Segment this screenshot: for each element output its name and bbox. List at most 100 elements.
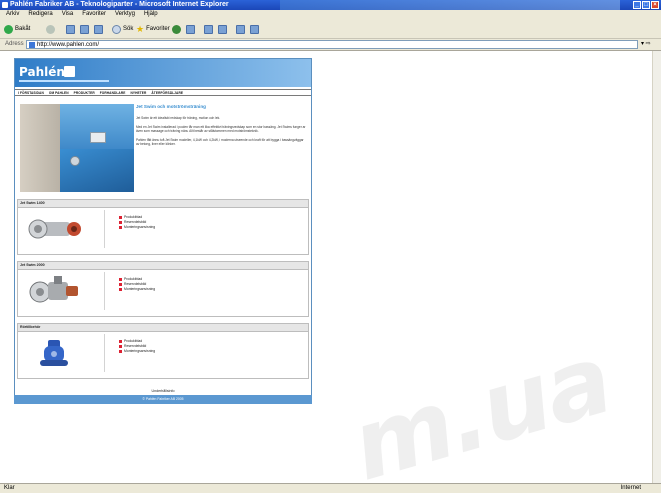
pdf-icon bbox=[119, 225, 122, 230]
copyright-bar: © Pahlén Fabriker AB 2005 bbox=[14, 395, 312, 404]
accessories-photo bbox=[40, 340, 68, 366]
section-title: Jet Swim 1400 bbox=[18, 200, 308, 208]
address-bar: Adress http://www.pahlen.com/ ▾ ⇨ bbox=[0, 39, 661, 51]
back-button[interactable]: Bakåt bbox=[4, 24, 30, 34]
pool-photo bbox=[20, 104, 134, 192]
refresh-icon bbox=[80, 24, 89, 34]
address-input[interactable]: http://www.pahlen.com/ bbox=[26, 40, 638, 49]
product-section-accessories: Rörtillbehör Produktblad Reservdelsbild … bbox=[17, 323, 309, 379]
mail-button[interactable] bbox=[186, 24, 195, 34]
hero-text: Jet Swim är ett idealiskt redskap för tr… bbox=[136, 116, 306, 151]
favorites-label: Favoriter bbox=[146, 26, 170, 32]
history-button[interactable] bbox=[172, 24, 181, 34]
product-section-jet-swim-1400: Jet Swim 1400 Produktblad Reservdelsbild… bbox=[17, 199, 309, 255]
menu-item-favorites[interactable]: Favoriter bbox=[82, 10, 106, 19]
site-logo[interactable]: Pahlén bbox=[19, 65, 65, 79]
link-label: Monteringsanvisning bbox=[124, 287, 156, 291]
mail-icon bbox=[186, 24, 195, 34]
link-installation-guide[interactable]: Monteringsanvisning bbox=[119, 225, 155, 230]
hero-paragraph: Pahlen fått ännu två Jet Swim modeller, … bbox=[136, 137, 304, 147]
ie-icon bbox=[2, 2, 8, 8]
stop-icon bbox=[66, 24, 75, 34]
maximize-icon[interactable]: □ bbox=[642, 1, 650, 9]
search-label: Sök bbox=[123, 26, 134, 32]
document-links: Produktblad Reservdelsbild Monteringsanv… bbox=[119, 215, 155, 230]
document-links: Produktblad Reservdelsbild Monteringsanv… bbox=[119, 277, 155, 292]
home-button[interactable] bbox=[94, 24, 103, 34]
status-text: Klar bbox=[4, 485, 15, 491]
close-icon[interactable]: × bbox=[651, 1, 659, 9]
menu-item-view[interactable]: Visa bbox=[62, 10, 74, 19]
refresh-button[interactable] bbox=[80, 24, 89, 34]
pdf-icon bbox=[119, 339, 122, 344]
window-title: Pahlén Fabriker AB - Teknologiparter - M… bbox=[10, 1, 229, 8]
print-button[interactable] bbox=[204, 24, 213, 34]
hero-title: Jet Swim och motströmsträning bbox=[136, 104, 206, 109]
site-banner: Pahlén bbox=[15, 59, 311, 87]
star-icon: ★ bbox=[136, 23, 145, 34]
web-page: Pahlén I FÖRSTASIDAN OM PAHLEN PRODUKTER… bbox=[14, 58, 312, 404]
jet-swim-2000-photo bbox=[29, 276, 78, 303]
search-icon bbox=[112, 24, 121, 34]
pdf-icon bbox=[119, 220, 122, 225]
link-label: Monteringsanvisning bbox=[124, 225, 156, 229]
section-divider bbox=[104, 210, 105, 248]
vertical-scrollbar[interactable] bbox=[652, 51, 661, 483]
hero-paragraph: Med en Jet Swim installerad i poolen får… bbox=[136, 124, 306, 134]
link-label: Monteringsanvisning bbox=[124, 349, 156, 353]
address-url: http://www.pahlen.com/ bbox=[37, 42, 100, 48]
menu-bar: Arkiv Redigera Visa Favoriter Verktyg Hj… bbox=[0, 10, 661, 19]
pdf-icon bbox=[119, 215, 122, 220]
back-arrow-icon bbox=[4, 24, 13, 34]
desktop-background-strip bbox=[280, 0, 620, 10]
page-icon bbox=[29, 42, 35, 48]
search-button[interactable]: Sök bbox=[112, 24, 133, 34]
browser-toolbar: Bakåt Sök ★ Favoriter bbox=[0, 19, 661, 39]
menu-item-edit[interactable]: Redigera bbox=[28, 10, 52, 19]
favorites-button[interactable]: ★ Favoriter bbox=[136, 24, 170, 34]
back-label: Bakåt bbox=[15, 26, 31, 32]
menu-item-help[interactable]: Hjälp bbox=[144, 10, 158, 19]
pdf-icon bbox=[119, 277, 122, 282]
section-title: Rörtillbehör bbox=[18, 324, 308, 332]
nav-item-news[interactable]: NYHETER bbox=[130, 90, 146, 95]
address-label: Adress bbox=[5, 41, 24, 47]
menu-item-tools[interactable]: Verktyg bbox=[115, 10, 135, 19]
stop-button[interactable] bbox=[66, 24, 75, 34]
messenger-button[interactable] bbox=[250, 24, 259, 34]
print-icon bbox=[204, 24, 213, 34]
link-installation-guide[interactable]: Monteringsanvisning bbox=[119, 287, 155, 292]
discuss-button[interactable] bbox=[236, 24, 245, 34]
nav-item-products[interactable]: PRODUKTER bbox=[74, 90, 95, 95]
forward-button[interactable] bbox=[46, 24, 55, 34]
nav-item-about[interactable]: OM PAHLEN bbox=[49, 90, 69, 95]
forward-arrow-icon bbox=[46, 24, 55, 34]
document-links: Produktblad Reservdelsbild Monteringsanv… bbox=[119, 339, 155, 354]
edit-icon bbox=[218, 24, 227, 34]
discuss-icon bbox=[236, 24, 245, 34]
jet-nozzle bbox=[90, 132, 106, 143]
link-installation-guide[interactable]: Monteringsanvisning bbox=[119, 349, 155, 354]
section-divider bbox=[104, 272, 105, 310]
edit-button[interactable] bbox=[218, 24, 227, 34]
pdf-icon bbox=[119, 282, 122, 287]
pdf-icon bbox=[119, 287, 122, 292]
pdf-icon bbox=[119, 344, 122, 349]
nav-item-resellers[interactable]: ÅTERFÖRSÄLJARE bbox=[151, 90, 183, 95]
messenger-icon bbox=[250, 24, 259, 34]
window-titlebar: Pahlén Fabriker AB - Teknologiparter - M… bbox=[0, 0, 661, 10]
nav-item-dealers[interactable]: FORHANDLARE bbox=[100, 90, 126, 95]
security-zone: Internet bbox=[620, 485, 641, 491]
hero-paragraph: Jet Swim är ett idealiskt redskap för tr… bbox=[136, 116, 221, 120]
home-icon bbox=[94, 24, 103, 34]
nav-item-home[interactable]: I FÖRSTASIDAN bbox=[18, 90, 44, 95]
status-bar: Klar Internet bbox=[0, 483, 661, 493]
logo-tagline-bar bbox=[19, 80, 109, 82]
maintenance-link[interactable]: Underhållsinfo bbox=[15, 389, 311, 393]
minimize-icon[interactable]: _ bbox=[633, 1, 641, 9]
menu-item-file[interactable]: Arkiv bbox=[6, 10, 19, 19]
site-nav: I FÖRSTASIDAN OM PAHLEN PRODUKTER FORHAN… bbox=[15, 89, 311, 96]
section-title: Jet Swim 2000 bbox=[18, 262, 308, 270]
go-button[interactable]: ▾ ⇨ bbox=[641, 40, 659, 49]
jet-nozzle-round bbox=[70, 156, 80, 166]
